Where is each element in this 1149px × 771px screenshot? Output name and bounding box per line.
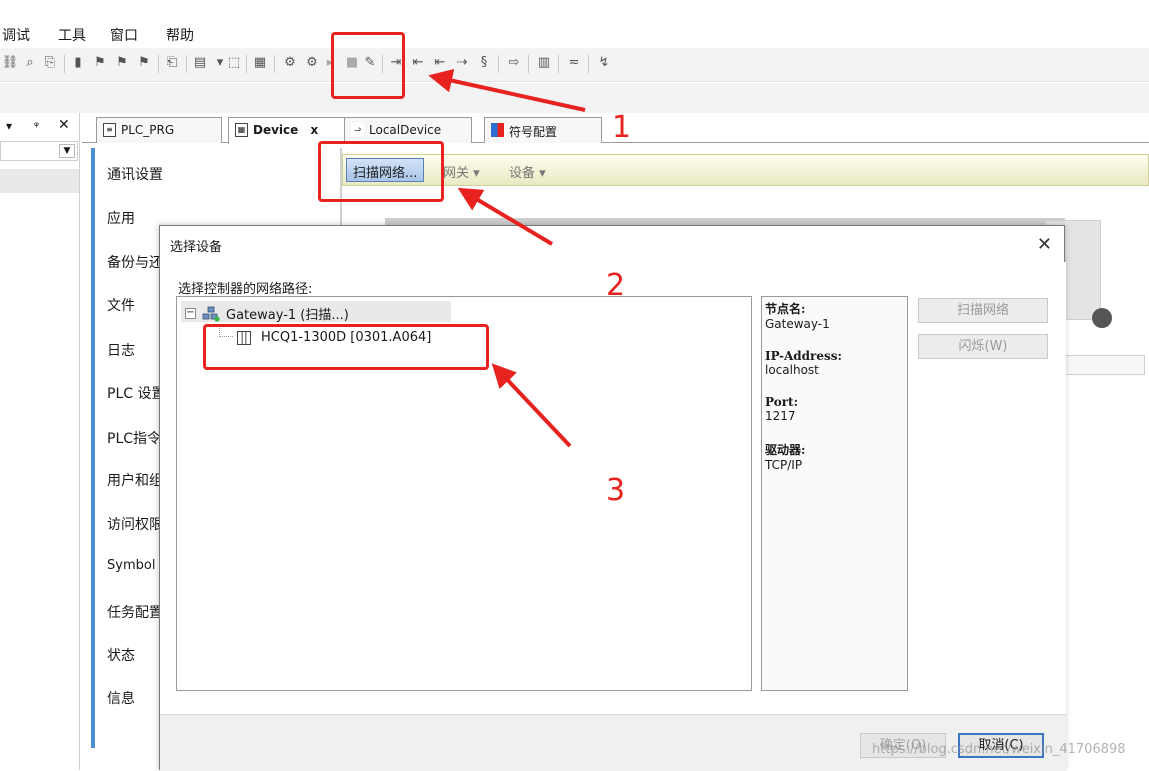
close-icon[interactable]: ✕ xyxy=(1037,234,1052,255)
panel-selected-row[interactable] xyxy=(0,169,79,193)
info-port-value: 1217 xyxy=(765,409,796,423)
write-values-icon[interactable]: ↯ xyxy=(596,54,612,70)
nav-application[interactable]: 应用 xyxy=(107,208,135,228)
left-panel: ▾ ᵠ ✕ ▼ xyxy=(0,113,80,770)
menu-window[interactable]: 窗口 xyxy=(110,25,138,45)
toolbar-lower xyxy=(0,83,1149,113)
gateway-menu[interactable]: 网关 ▾ xyxy=(443,162,480,181)
tab-plc-prg[interactable]: ≡ PLC_PRG xyxy=(96,117,222,143)
new-item-icon[interactable]: ▤ xyxy=(192,54,208,70)
login-icon[interactable]: ⚙ xyxy=(282,54,298,70)
menu-help[interactable]: 帮助 xyxy=(166,25,194,45)
nav-access-rights[interactable]: 访问权限 xyxy=(107,514,163,534)
nav-task-config[interactable]: 任务配置 xyxy=(107,602,163,622)
device-menu[interactable]: 设备 ▾ xyxy=(509,162,546,181)
nav-comm-settings[interactable]: 通讯设置 xyxy=(107,164,163,184)
info-driver-value: TCP/IP xyxy=(765,458,803,472)
find-icon[interactable]: ⎘ xyxy=(42,54,58,70)
symbol-config-icon xyxy=(491,123,504,137)
tree-node-gateway[interactable]: − Gateway-1 (扫描...) xyxy=(185,304,349,323)
nav-files[interactable]: 文件 xyxy=(107,295,135,315)
info-ip-value: localhost xyxy=(765,363,819,377)
set-next-icon[interactable]: § xyxy=(476,54,492,70)
nav-plc-settings[interactable]: PLC 设置 xyxy=(107,383,165,403)
bookmark-icon[interactable]: ▮ xyxy=(70,54,86,70)
annotation-number-1: 1 xyxy=(612,110,632,145)
watermark: https://blog.csdn.net/weixin_41706898 xyxy=(872,742,1126,757)
info-driver-label: 驱动器: xyxy=(765,443,806,457)
device-icon[interactable]: ▦ xyxy=(252,54,268,70)
network-path-label: 选择控制器的网络路径: xyxy=(178,282,313,297)
panel-combo[interactable]: ▼ xyxy=(0,141,78,161)
menu-tools[interactable]: 工具 xyxy=(58,25,86,45)
step-icon[interactable]: ⛓ xyxy=(2,54,19,70)
annotation-number-2: 2 xyxy=(606,268,626,303)
pin-icon[interactable]: ᵠ xyxy=(34,119,39,133)
gateway-icon xyxy=(202,306,220,322)
nav-log[interactable]: 日志 xyxy=(107,340,135,360)
nav-status[interactable]: 状态 xyxy=(107,645,135,665)
node-info-panel: 节点名: Gateway-1 IP-Address: localhost Por… xyxy=(761,296,908,691)
nav-users-groups[interactable]: 用户和组 xyxy=(107,470,163,490)
status-dot xyxy=(1092,308,1112,328)
dialog-title: 选择设备 xyxy=(170,240,223,255)
export-icon[interactable]: ⬚ xyxy=(226,54,242,70)
annotation-number-3: 3 xyxy=(606,473,626,508)
nav-backup[interactable]: 备份与还 xyxy=(107,252,163,272)
paste-icon[interactable]: ⎗ xyxy=(164,54,180,70)
step-in-icon[interactable]: ⇤ xyxy=(410,54,426,70)
device-icon: ▦ xyxy=(235,123,248,137)
info-node-name-value: Gateway-1 xyxy=(765,317,830,331)
nav-plc-shell[interactable]: PLC指令 xyxy=(107,428,161,448)
close-icon[interactable]: ✕ xyxy=(58,117,70,133)
run-to-cursor-icon[interactable]: ⇢ xyxy=(454,54,470,70)
program-icon: ≡ xyxy=(103,123,116,137)
panel-header: ▾ ᵠ ✕ xyxy=(0,117,80,135)
tab-close-icon[interactable]: x xyxy=(310,123,318,137)
menu-bar: 调试 工具 窗口 帮助 xyxy=(0,22,1149,46)
bookmark-prev-icon[interactable]: ⚑ xyxy=(114,54,130,70)
menu-debug[interactable]: 调试 xyxy=(2,25,30,45)
localdevice-icon: ᓗ xyxy=(351,123,364,137)
tab-localdevice[interactable]: ᓗ LocalDevice xyxy=(344,117,472,143)
annotation-box-2 xyxy=(318,141,444,202)
call-stack-icon[interactable]: ⇨ xyxy=(506,54,522,70)
background-field xyxy=(1060,355,1145,375)
info-node-name-label: 节点名: xyxy=(765,302,806,316)
annotation-box-1 xyxy=(331,32,405,99)
tab-symbol-config[interactable]: 符号配置 xyxy=(484,117,602,143)
bookmark-next-icon[interactable]: ⚑ xyxy=(92,54,108,70)
scan-bar: 扫描网络... 网关 ▾ 设备 ▾ xyxy=(342,154,1149,186)
logout-icon[interactable]: ⚙ xyxy=(304,54,320,70)
binoculars-icon[interactable]: ⌕ xyxy=(22,54,38,70)
toolbar: ⛓ ⌕ ⎘ ▮ ⚑ ⚑ ⚑ ⎗ ▤ ▾ ⬚ ▦ ⚙ ⚙ ▸ ■ ✎ ⇥ ⇤ ⇤ … xyxy=(0,48,1149,82)
chevron-down-icon[interactable]: ▼ xyxy=(59,144,75,158)
nav-info[interactable]: 信息 xyxy=(107,688,135,708)
collapse-icon[interactable]: − xyxy=(185,308,196,319)
step-out-icon[interactable]: ⇤ xyxy=(432,54,448,70)
bookmark-clear-icon[interactable]: ⚑ xyxy=(136,54,152,70)
panel-menu-icon[interactable]: ▾ xyxy=(6,119,12,133)
breakpoint-icon[interactable]: ▥ xyxy=(536,54,552,70)
blink-button[interactable]: 闪烁(W) xyxy=(918,334,1048,359)
info-ip-label: IP-Address: xyxy=(765,349,842,363)
tab-device[interactable]: ▦ Device x xyxy=(228,117,346,144)
filter-icon[interactable]: ≂ xyxy=(566,54,582,70)
annotation-box-3 xyxy=(203,324,489,370)
dialog-scan-button[interactable]: 扫描网络 xyxy=(918,298,1048,323)
info-port-label: Port: xyxy=(765,395,798,409)
